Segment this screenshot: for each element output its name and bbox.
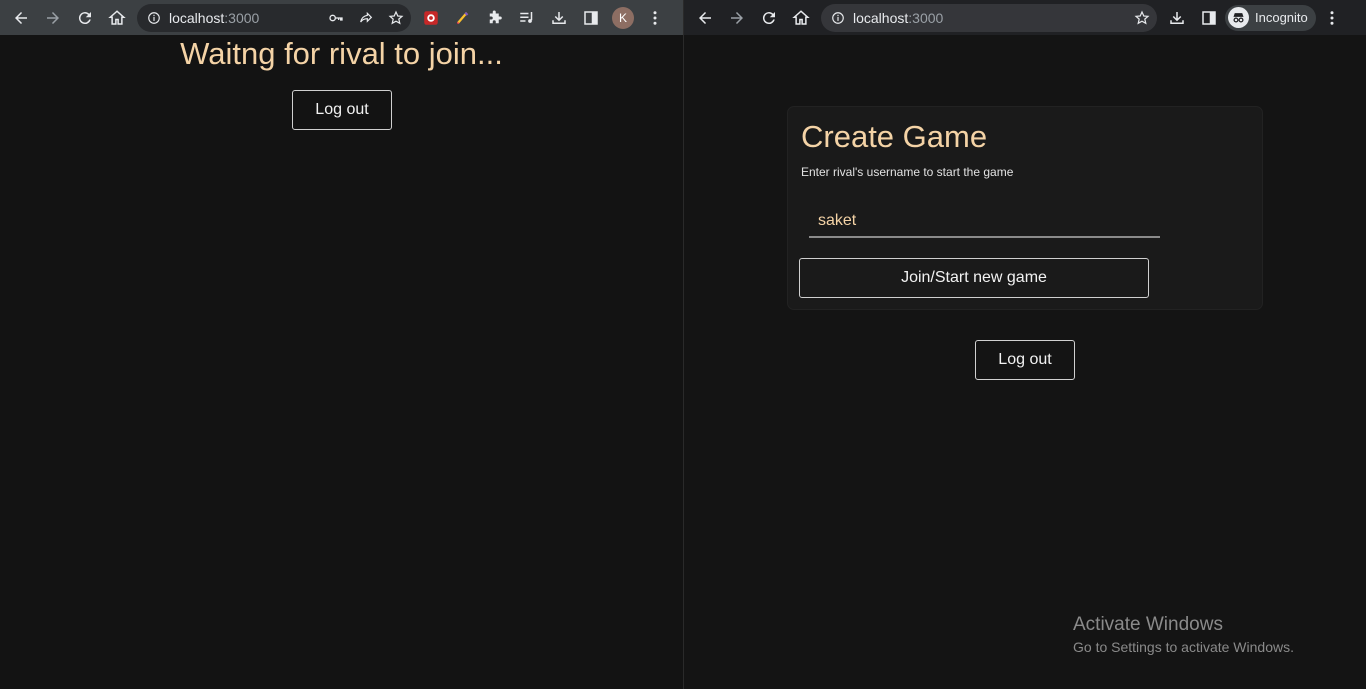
logout-button-right[interactable]: Log out — [975, 340, 1075, 380]
waiting-heading: Waitng for rival to join... — [180, 36, 503, 71]
card-subtitle: Enter rival's username to start the game — [801, 165, 1014, 179]
profile-avatar[interactable]: K — [607, 2, 639, 34]
screen: localhost:3000 K Waitng for rival to joi… — [0, 0, 1366, 689]
address-bar[interactable]: localhost:3000 — [821, 3, 1157, 32]
bookmark-star-icon[interactable] — [381, 4, 411, 32]
download-icon[interactable] — [1161, 2, 1193, 34]
home-icon[interactable] — [785, 2, 817, 34]
download-icon[interactable] — [543, 2, 575, 34]
reload-icon[interactable] — [753, 2, 785, 34]
share-icon[interactable] — [351, 4, 381, 32]
reload-icon[interactable] — [69, 2, 101, 34]
key-icon[interactable] — [321, 4, 351, 32]
card-title: Create Game — [801, 119, 988, 154]
address-bar[interactable]: localhost:3000 — [137, 3, 411, 32]
forward-icon[interactable] — [37, 2, 69, 34]
watermark-subtitle: Go to Settings to activate Windows. — [1073, 639, 1294, 655]
info-icon[interactable] — [831, 11, 845, 25]
right-toolbar: localhost:3000 Incognito — [684, 0, 1366, 35]
side-panel-icon[interactable] — [1193, 2, 1225, 34]
url-host: localhost — [169, 9, 225, 26]
incognito-label: Incognito — [1255, 10, 1308, 25]
left-toolbar: localhost:3000 K — [0, 0, 683, 35]
activate-windows-watermark: Activate Windows Go to Settings to activ… — [1073, 614, 1294, 655]
rival-username-input[interactable] — [809, 205, 1160, 236]
info-icon[interactable] — [147, 11, 161, 25]
create-game-card: Create Game Enter rival's username to st… — [787, 106, 1263, 310]
url-host: localhost — [853, 9, 909, 26]
media-queue-icon[interactable] — [511, 2, 543, 34]
extension-2-icon[interactable] — [447, 2, 479, 34]
url-port: :3000 — [908, 9, 944, 26]
home-icon[interactable] — [101, 2, 133, 34]
menu-kebab-icon[interactable] — [639, 2, 671, 34]
url-text: localhost:3000 — [853, 10, 1127, 26]
extension-1-icon[interactable] — [415, 2, 447, 34]
back-icon[interactable] — [5, 2, 37, 34]
incognito-icon — [1228, 7, 1249, 28]
rival-username-field — [809, 205, 1160, 238]
join-start-game-button[interactable]: Join/Start new game — [799, 258, 1149, 298]
incognito-indicator[interactable]: Incognito — [1225, 4, 1316, 31]
back-icon[interactable] — [689, 2, 721, 34]
url-text: localhost:3000 — [169, 10, 321, 26]
url-port: :3000 — [224, 9, 260, 26]
right-browser-window: localhost:3000 Incognito Create Game Ent… — [684, 0, 1366, 689]
avatar-initial: K — [612, 6, 634, 29]
forward-icon[interactable] — [721, 2, 753, 34]
menu-kebab-icon[interactable] — [1316, 2, 1348, 34]
side-panel-icon[interactable] — [575, 2, 607, 34]
watermark-title: Activate Windows — [1073, 614, 1223, 635]
bookmark-star-icon[interactable] — [1127, 4, 1157, 32]
logout-button-left[interactable]: Log out — [292, 90, 392, 130]
extensions-puzzle-icon[interactable] — [479, 2, 511, 34]
left-browser-window: localhost:3000 K Waitng for rival to joi… — [0, 0, 683, 689]
